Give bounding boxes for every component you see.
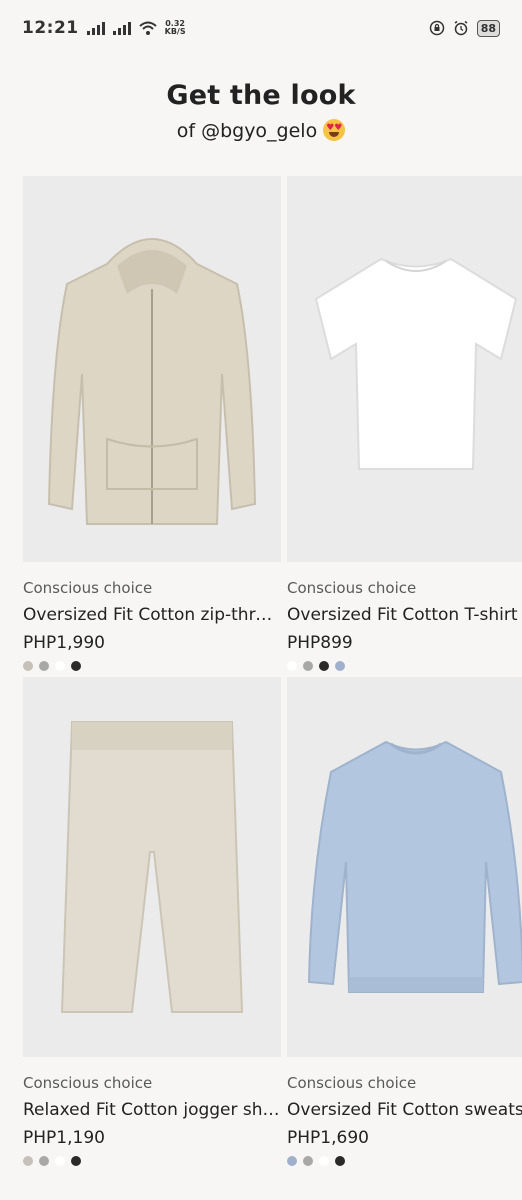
color-swatch[interactable] [71,1156,81,1166]
product-tag: Conscious choice [287,579,417,597]
rotation-lock-icon [429,20,444,36]
color-swatch[interactable] [39,661,49,671]
wifi-icon [138,21,157,35]
product-price: PHP1,990 [23,633,105,653]
product-price: PHP1,190 [23,1128,105,1148]
product-tag: Conscious choice [287,1074,417,1092]
product-name[interactable]: Oversized Fit Cotton zip-through hoodie [23,605,281,625]
product-card-hoodie[interactable]: Conscious choice Oversized Fit Cotton zi… [23,176,281,671]
sweatshirt-image [307,740,522,993]
product-tag: Conscious choice [23,579,153,597]
color-swatch[interactable] [55,1156,65,1166]
color-swatch[interactable] [39,1156,49,1166]
tshirt-image [314,257,518,470]
product-card-sweatshirt[interactable]: Conscious choice Oversized Fit Cotton sw… [287,677,522,1166]
status-bar: 12:21 0.32 KB/S 88 [0,0,522,56]
hoodie-image [47,238,257,525]
color-swatch[interactable] [71,661,81,671]
signal-icon-2 [112,21,131,35]
color-swatches [23,1156,281,1166]
page-title: Get the look [166,80,356,111]
product-image[interactable] [23,677,281,1057]
product-name[interactable]: Oversized Fit Cotton T-shirt [287,605,522,625]
color-swatch[interactable] [335,661,345,671]
look-header: Get the look of @bgyo_gelo [0,80,522,142]
network-rate: 0.32 KB/S [164,19,186,36]
battery-icon: 88 [476,19,500,37]
color-swatch[interactable] [55,661,65,671]
color-swatch[interactable] [303,1156,313,1166]
shorts-image [60,721,244,1013]
color-swatch[interactable] [287,661,297,671]
color-swatch[interactable] [319,661,329,671]
alarm-icon [454,20,468,36]
color-swatch[interactable] [23,1156,33,1166]
product-price: PHP899 [287,633,353,653]
color-swatch[interactable] [23,661,33,671]
color-swatches [287,1156,522,1166]
product-image[interactable] [23,176,281,562]
signal-icon [86,21,105,35]
subtitle-text: of @bgyo_gelo [176,120,318,142]
color-swatch[interactable] [287,1156,297,1166]
color-swatch[interactable] [303,661,313,671]
status-time: 12:21 [22,18,79,38]
product-name[interactable]: Relaxed Fit Cotton jogger shorts [23,1100,281,1120]
color-swatch[interactable] [319,1156,329,1166]
product-image[interactable] [287,176,522,562]
product-name[interactable]: Oversized Fit Cotton sweatshirt [287,1100,522,1120]
product-card-shorts[interactable]: Conscious choice Relaxed Fit Cotton jogg… [23,677,281,1166]
product-price: PHP1,690 [287,1128,369,1148]
color-swatch[interactable] [335,1156,345,1166]
product-image[interactable] [287,677,522,1057]
color-swatches [23,661,281,671]
product-card-tshirt[interactable]: Conscious choice Oversized Fit Cotton T-… [287,176,522,671]
color-swatches [287,661,522,671]
page-subtitle: of @bgyo_gelo [0,119,522,142]
heart-eyes-emoji-icon [323,119,346,141]
product-tag: Conscious choice [23,1074,153,1092]
